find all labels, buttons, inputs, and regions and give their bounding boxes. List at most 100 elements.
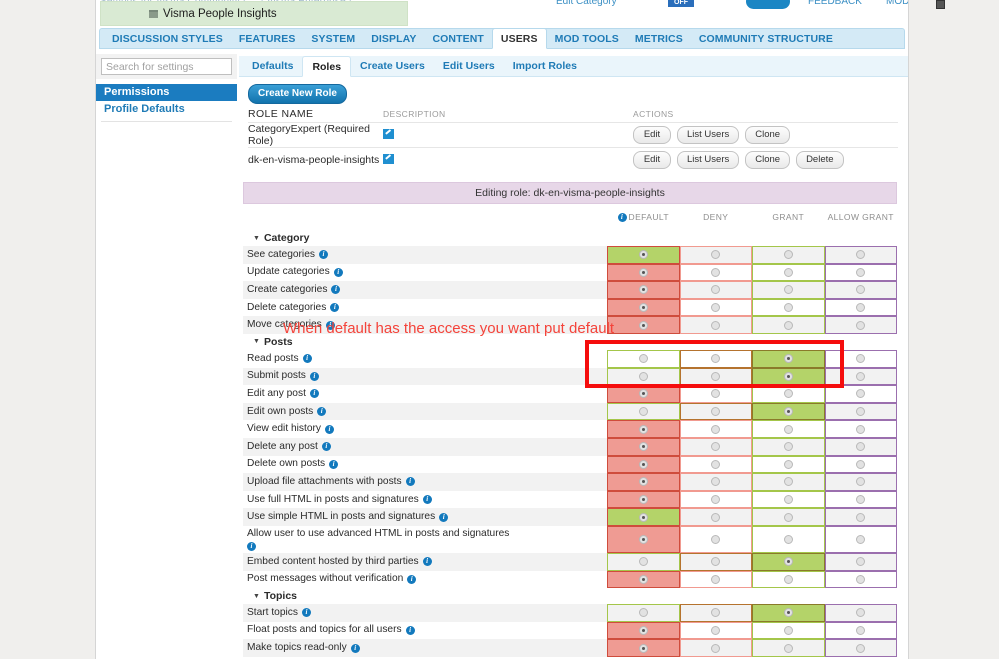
radio-button[interactable] (783, 625, 793, 635)
permission-cell-deny[interactable] (679, 473, 752, 491)
permission-cell-grant[interactable] (752, 281, 825, 299)
radio-button[interactable] (783, 477, 793, 487)
radio-button[interactable] (638, 424, 648, 434)
permission-cell-default[interactable] (607, 385, 680, 403)
permission-cell-default[interactable] (607, 621, 680, 640)
radio-button[interactable] (638, 643, 648, 653)
permission-cell-allow-grant[interactable] (824, 367, 897, 386)
permission-cell-grant[interactable] (752, 367, 825, 386)
radio-button[interactable] (783, 459, 793, 469)
delete-button[interactable]: Delete (796, 151, 844, 169)
permission-cell-default[interactable] (607, 604, 680, 622)
radio-button[interactable] (711, 557, 721, 567)
nav-tab-system[interactable]: SYSTEM (303, 29, 363, 48)
radio-button[interactable] (783, 495, 793, 505)
radio-button[interactable] (711, 389, 721, 399)
permission-cell-allow-grant[interactable] (824, 508, 897, 526)
info-icon[interactable]: i (422, 557, 432, 567)
permission-cell-deny[interactable] (679, 246, 752, 264)
info-icon[interactable]: i (422, 495, 432, 505)
permission-cell-default[interactable] (607, 570, 680, 589)
permission-cell-allow-grant[interactable] (824, 604, 897, 622)
permission-cell-default[interactable] (607, 367, 680, 386)
radio-button[interactable] (783, 442, 793, 452)
permission-cell-grant[interactable] (752, 246, 825, 264)
permission-cell-allow-grant[interactable] (824, 455, 897, 474)
radio-button[interactable] (711, 477, 721, 487)
sub-tab-edit-users[interactable]: Edit Users (434, 56, 504, 76)
permission-cell-allow-grant[interactable] (824, 420, 897, 438)
permission-cell-deny[interactable] (679, 490, 752, 509)
info-icon[interactable]: i (317, 407, 327, 417)
radio-button[interactable] (783, 389, 793, 399)
radio-button[interactable] (638, 534, 648, 544)
top-publish-button[interactable] (746, 0, 790, 9)
radio-button[interactable] (711, 625, 721, 635)
create-new-role-button[interactable]: Create New Role (248, 84, 347, 104)
radio-button[interactable] (856, 320, 866, 330)
permission-cell-deny[interactable] (679, 420, 752, 438)
radio-button[interactable] (856, 285, 866, 295)
info-icon[interactable]: i (301, 608, 311, 618)
radio-button[interactable] (783, 354, 793, 364)
permission-cell-default[interactable] (607, 473, 680, 491)
info-icon[interactable]: i (321, 442, 331, 452)
radio-button[interactable] (638, 354, 648, 364)
radio-button[interactable] (638, 557, 648, 567)
edit-pencil-icon[interactable] (383, 128, 394, 139)
radio-button[interactable] (711, 608, 721, 618)
radio-button[interactable] (783, 574, 793, 584)
permission-cell-grant[interactable] (752, 490, 825, 509)
permission-cell-allow-grant[interactable] (824, 349, 897, 368)
info-icon[interactable]: i (333, 267, 343, 277)
radio-button[interactable] (783, 643, 793, 653)
radio-button[interactable] (783, 250, 793, 260)
radio-button[interactable] (783, 512, 793, 522)
permission-cell-deny[interactable] (679, 604, 752, 622)
permission-cell-allow-grant[interactable] (824, 473, 897, 491)
info-icon[interactable]: i (405, 477, 415, 487)
radio-button[interactable] (856, 512, 866, 522)
radio-button[interactable] (711, 574, 721, 584)
permission-cell-grant[interactable] (752, 437, 825, 456)
permission-cell-allow-grant[interactable] (824, 246, 897, 264)
permission-cell-default[interactable] (607, 246, 680, 264)
info-icon[interactable]: i (309, 371, 319, 381)
sub-tab-defaults[interactable]: Defaults (243, 56, 302, 76)
nav-tab-users[interactable]: USERS (491, 28, 547, 49)
permission-cell-default[interactable] (607, 525, 680, 553)
radio-button[interactable] (638, 512, 648, 522)
permission-cell-grant[interactable] (752, 455, 825, 474)
permission-cell-default[interactable] (607, 349, 680, 368)
radio-button[interactable] (783, 424, 793, 434)
permission-cell-allow-grant[interactable] (824, 402, 897, 421)
info-icon[interactable]: i (329, 459, 339, 469)
radio-button[interactable] (711, 285, 721, 295)
radio-button[interactable] (638, 371, 648, 381)
radio-button[interactable] (711, 459, 721, 469)
permission-cell-deny[interactable] (679, 298, 752, 317)
save-disk-icon[interactable] (936, 0, 945, 9)
info-icon[interactable]: i (325, 424, 334, 434)
radio-button[interactable] (783, 320, 793, 330)
sub-tab-import-roles[interactable]: Import Roles (504, 56, 586, 76)
radio-button[interactable] (856, 557, 866, 567)
list-users-button[interactable]: List Users (677, 151, 740, 169)
list-users-button[interactable]: List Users (677, 126, 740, 144)
permission-group-category[interactable]: ▼ Category (243, 230, 897, 246)
radio-button[interactable] (783, 407, 793, 417)
permission-cell-default[interactable] (607, 508, 680, 526)
radio-button[interactable] (711, 512, 721, 522)
search-input[interactable] (101, 58, 232, 75)
radio-button[interactable] (711, 303, 721, 313)
radio-button[interactable] (638, 407, 648, 417)
sidebar-item-permissions[interactable]: Permissions (96, 84, 237, 101)
radio-button[interactable] (783, 371, 793, 381)
clone-button[interactable]: Clone (745, 151, 791, 169)
permission-cell-allow-grant[interactable] (824, 552, 897, 571)
permission-cell-grant[interactable] (752, 420, 825, 438)
permission-cell-allow-grant[interactable] (824, 316, 897, 334)
nav-tab-metrics[interactable]: METRICS (627, 29, 691, 48)
permission-cell-deny[interactable] (679, 281, 752, 299)
radio-button[interactable] (856, 389, 866, 399)
